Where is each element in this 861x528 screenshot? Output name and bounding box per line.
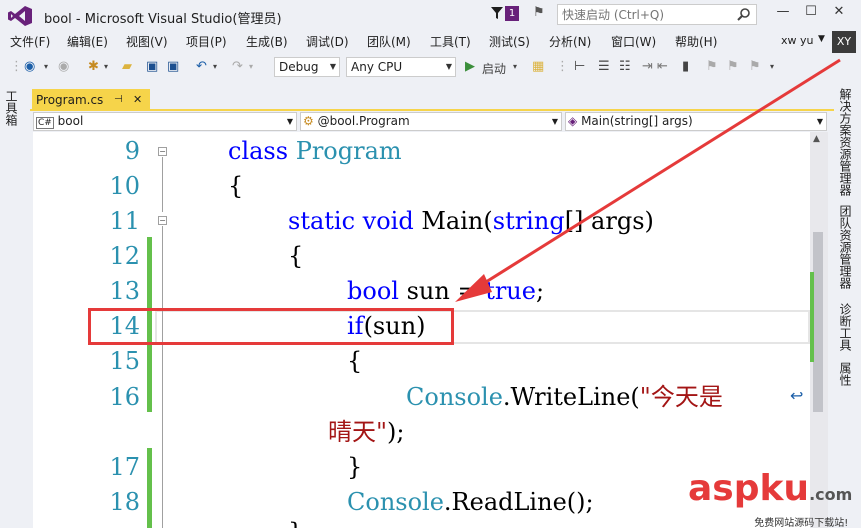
watermark-suffix: .com — [809, 485, 853, 504]
watermark-brand: aspku — [688, 468, 810, 509]
watermark-logo: aspku.com 免费网站源码下载站! — [688, 468, 853, 528]
watermark-tagline: 免费网站源码下载站! — [754, 518, 849, 528]
annotation-arrow-icon — [455, 58, 841, 302]
